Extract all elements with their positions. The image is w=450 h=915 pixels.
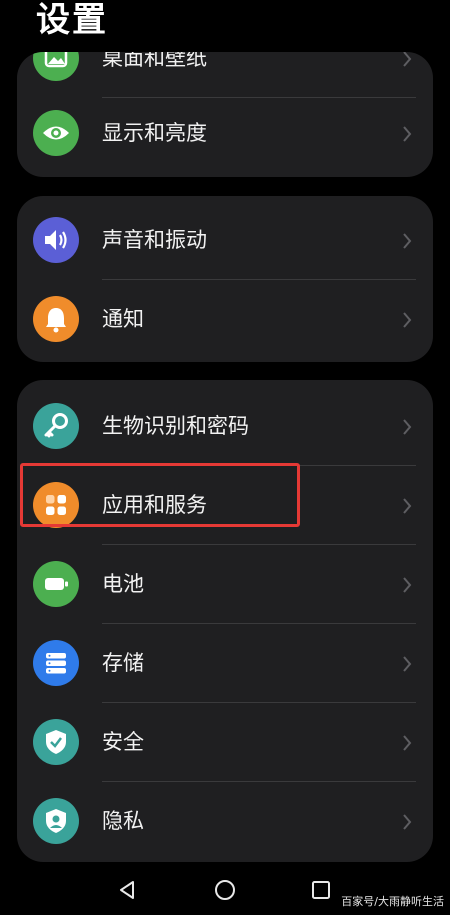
shield-check-icon: [33, 719, 79, 765]
settings-item-label: 电池: [102, 572, 144, 596]
settings-item-label: 通知: [102, 307, 144, 331]
wallpaper-icon: [33, 52, 79, 81]
chevron-right-icon: [403, 656, 412, 672]
chevron-right-icon: [403, 577, 412, 593]
settings-item-label: 显示和亮度: [102, 121, 207, 145]
chevron-right-icon: [403, 126, 412, 142]
settings-group-display: 桌面和壁纸 显示和亮度: [17, 52, 433, 177]
privacy-shield-icon: [33, 798, 79, 844]
settings-group-sound: 声音和振动 通知: [17, 196, 433, 362]
settings-item-label: 声音和振动: [102, 228, 207, 252]
recents-icon[interactable]: [307, 876, 335, 904]
settings-item-battery[interactable]: 电池: [17, 545, 433, 624]
chevron-right-icon: [403, 233, 412, 249]
settings-item-display-brightness[interactable]: 显示和亮度: [17, 94, 433, 173]
page-title: 设置: [36, 0, 108, 40]
settings-item-label: 生物识别和密码: [102, 414, 249, 438]
chevron-right-icon: [403, 814, 412, 830]
eye-icon: [33, 110, 79, 156]
settings-item-wallpaper[interactable]: 桌面和壁纸: [17, 52, 433, 98]
battery-icon: [33, 561, 79, 607]
settings-item-notifications[interactable]: 通知: [17, 280, 433, 359]
bell-icon: [33, 296, 79, 342]
settings-item-label: 隐私: [102, 809, 144, 833]
back-icon[interactable]: [114, 876, 142, 904]
chevron-right-icon: [403, 312, 412, 328]
settings-item-label: 存储: [102, 651, 144, 675]
home-icon[interactable]: [211, 876, 239, 904]
chevron-right-icon: [403, 419, 412, 435]
settings-item-privacy[interactable]: 隐私: [17, 782, 433, 861]
chevron-right-icon: [403, 498, 412, 514]
settings-item-sound-vibration[interactable]: 声音和振动: [17, 201, 433, 280]
settings-item-security[interactable]: 安全: [17, 703, 433, 782]
settings-item-storage[interactable]: 存储: [17, 624, 433, 703]
settings-item-label: 安全: [102, 730, 144, 754]
watermark: 百家号/大雨静听生活: [341, 895, 444, 908]
storage-icon: [33, 640, 79, 686]
key-icon: [33, 403, 79, 449]
settings-group-system: 生物识别和密码 应用和服务 电池 存储 安全 隐私: [17, 380, 433, 862]
settings-item-biometrics-password[interactable]: 生物识别和密码: [17, 387, 433, 466]
speaker-icon: [33, 217, 79, 263]
chevron-right-icon: [403, 735, 412, 751]
highlight-box: [20, 463, 300, 527]
settings-item-label: 桌面和壁纸: [102, 52, 207, 70]
chevron-right-icon: [403, 52, 412, 67]
